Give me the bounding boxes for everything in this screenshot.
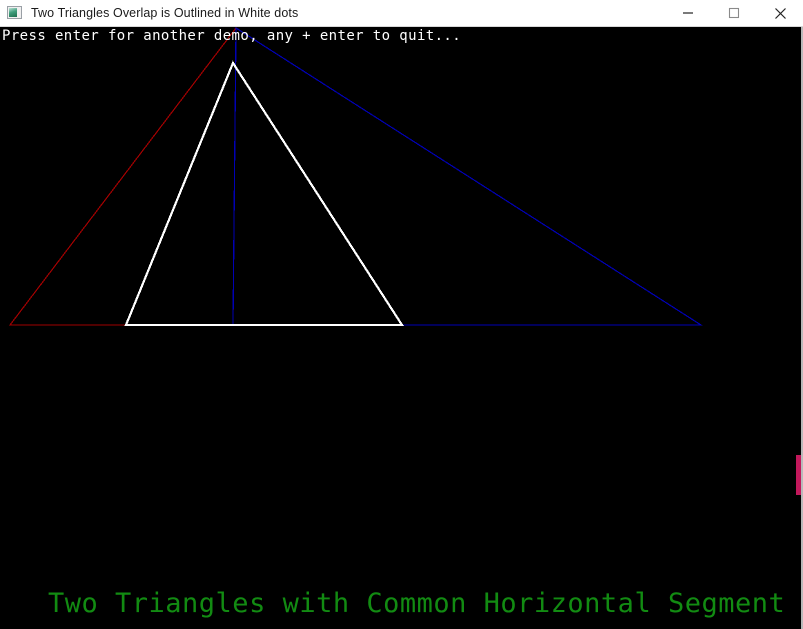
window-title: Two Triangles Overlap is Outlined in Whi… xyxy=(31,6,299,20)
white-overlap-outline-path xyxy=(124,60,405,327)
maximize-button[interactable] xyxy=(711,0,757,26)
maximize-icon xyxy=(728,7,740,19)
blue-triangle xyxy=(232,27,704,326)
figure-caption: Two Triangles with Common Horizontal Seg… xyxy=(48,588,786,619)
minimize-icon xyxy=(683,12,693,14)
close-icon xyxy=(774,7,786,19)
triangles-figure xyxy=(8,27,704,327)
blue-triangle-path xyxy=(232,27,704,326)
picture-window-icon-image xyxy=(9,8,17,17)
title-bar: Two Triangles Overlap is Outlined in Whi… xyxy=(0,0,803,27)
red-triangle xyxy=(8,27,237,326)
white-overlap-outline xyxy=(124,60,405,327)
status-line: Press enter for another demo, any + ente… xyxy=(2,28,462,44)
right-edge-marker[interactable] xyxy=(796,455,801,495)
picture-window-icon xyxy=(7,5,23,21)
console-canvas: Press enter for another demo, any + ente… xyxy=(0,27,803,629)
application-window: Two Triangles Overlap is Outlined in Whi… xyxy=(0,0,803,629)
minimize-button[interactable] xyxy=(665,0,711,26)
close-button[interactable] xyxy=(757,0,803,26)
red-triangle-path xyxy=(8,27,237,326)
